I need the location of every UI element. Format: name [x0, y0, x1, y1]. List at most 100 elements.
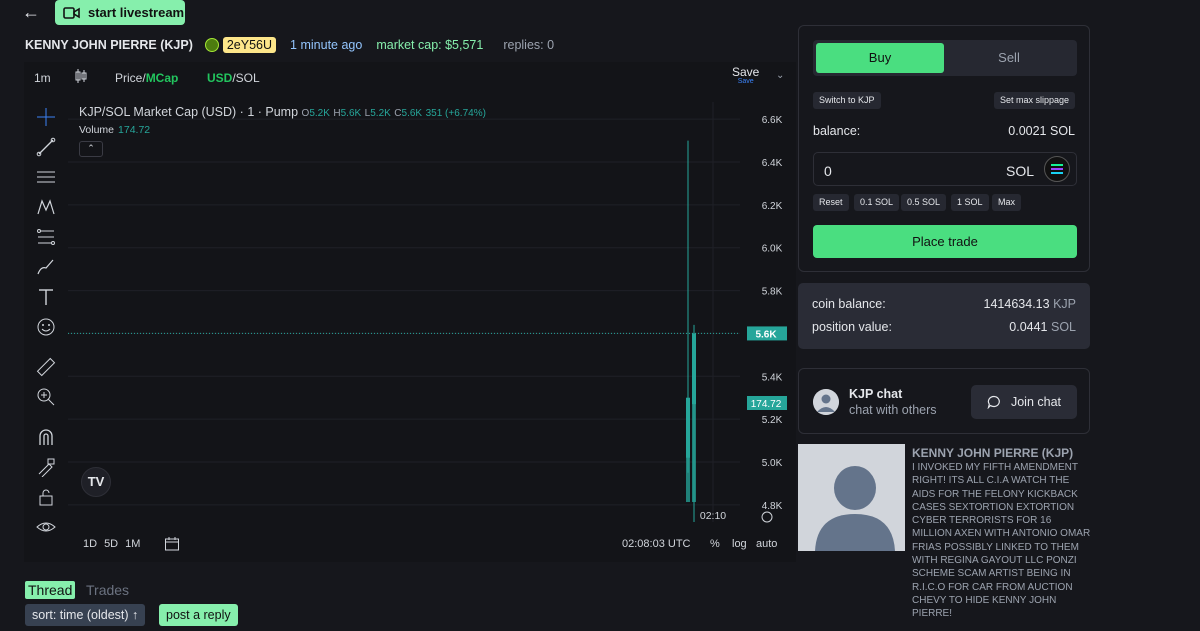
quick-max-button[interactable]: Max [992, 194, 1022, 211]
calendar-icon[interactable] [164, 536, 180, 552]
crosshair-icon[interactable] [36, 107, 56, 127]
creator-badge[interactable]: 2eY56U [222, 37, 277, 53]
range-1m[interactable]: 1M [125, 538, 140, 550]
price-chart[interactable]: 1m Price/MCap USD/SOL Save Save ⌄ KJP/SO… [24, 62, 796, 562]
amount-input[interactable]: 0 SOL [813, 152, 1077, 186]
drawing-toolbar [24, 102, 68, 562]
join-chat-button[interactable]: Join chat [971, 385, 1077, 419]
brush-icon[interactable] [36, 257, 56, 277]
utc-time[interactable]: 02:08:03 UTC [622, 538, 690, 550]
lock-drawing-icon[interactable] [36, 457, 56, 478]
start-livestream-button[interactable]: start livestream [55, 0, 185, 25]
balance-value: 0.0021 SOL [1008, 124, 1075, 138]
quick-1-sol-button[interactable]: 1 SOL [951, 194, 989, 211]
set-slippage-button[interactable]: Set max slippage [993, 92, 1075, 109]
holdings-card: coin balance: 1414634.13 KJP position va… [798, 283, 1090, 349]
settings-gear-icon[interactable] [761, 511, 773, 523]
save-label: Save [732, 65, 760, 79]
text-icon[interactable] [36, 287, 56, 307]
replies-count: replies: 0 [503, 38, 555, 52]
join-chat-label: Join chat [1010, 395, 1062, 409]
auto-toggle[interactable]: auto [756, 538, 777, 550]
usd-label: USD [207, 71, 233, 85]
y-tick-label: 6.2K [762, 201, 783, 212]
price-mcap-toggle[interactable]: Price/MCap [115, 71, 178, 85]
quick-reset-button[interactable]: Reset [813, 194, 849, 211]
buy-sell-toggle: Buy Sell [813, 40, 1077, 76]
creator-avatar[interactable] [204, 38, 219, 52]
chat-avatar [813, 389, 839, 415]
price-label: 5.6K [755, 329, 777, 340]
chevron-down-icon[interactable]: ⌄ [776, 70, 784, 81]
horizontal-lines-icon[interactable] [36, 167, 56, 187]
price-label: Price/ [115, 71, 146, 85]
amount-value: 0 [824, 163, 832, 179]
y-tick-label: 6.4K [762, 158, 783, 169]
percent-toggle[interactable]: % [710, 538, 720, 550]
log-toggle[interactable]: log [732, 538, 747, 550]
ruler-icon[interactable] [36, 357, 56, 377]
magnet-icon[interactable] [36, 427, 56, 447]
range-1d[interactable]: 1D [83, 538, 97, 550]
amount-currency: SOL [1005, 163, 1034, 179]
candle-body [686, 397, 690, 458]
quick-0-5-sol-button[interactable]: 0.5 SOL [901, 194, 947, 211]
chat-card: KJP chat chat with others Join chat [798, 368, 1090, 434]
y-tick-label: 5.8K [762, 287, 783, 298]
coin-balance-unit: KJP [1053, 297, 1076, 311]
fib-icon[interactable] [36, 227, 56, 247]
coin-balance-label: coin balance: [812, 297, 886, 311]
token-info-line: KENNY JOHN PIERRE (KJP) 2eY56U 1 minute … [25, 37, 554, 53]
range-selector: 1D 5D 1M [83, 538, 147, 550]
sort-button[interactable]: sort: time (oldest) ↑ [25, 604, 146, 626]
y-tick-label: 4.8K [762, 501, 783, 512]
save-button[interactable]: Save Save [732, 65, 760, 87]
back-arrow-icon[interactable]: ← [22, 2, 44, 22]
interval-selector[interactable]: 1m [34, 71, 51, 85]
tab-trades[interactable]: Trades [86, 582, 129, 598]
token-name: KENNY JOHN PIERRE (KJP) [25, 38, 193, 52]
token-description-title: KENNY JOHN PIERRE (KJP) [912, 446, 1074, 460]
tradingview-logo[interactable]: TV [81, 467, 111, 497]
sell-tab[interactable]: Sell [945, 43, 1073, 73]
post-reply-button[interactable]: post a reply [159, 604, 238, 626]
usd-sol-toggle[interactable]: USD/SOL [207, 71, 260, 85]
video-camera-icon [63, 6, 80, 19]
candlestick-icon[interactable] [74, 68, 88, 87]
x-tick-label: 02:10 [700, 510, 726, 522]
emoji-icon[interactable] [36, 317, 56, 337]
livestream-label: start livestream [88, 5, 185, 20]
y-tick-label: 5.2K [762, 415, 783, 426]
sol-label: /SOL [232, 71, 260, 85]
y-tick-label: 6.6K [762, 115, 783, 126]
coin-balance-value: 1414634.13 [983, 297, 1050, 311]
y-tick-label: 5.0K [762, 458, 783, 469]
tab-thread[interactable]: Thread [25, 581, 76, 599]
candle-body [692, 333, 696, 405]
y-tick-label: 5.4K [762, 372, 783, 383]
quick-0-1-sol-button[interactable]: 0.1 SOL [854, 194, 900, 211]
volume-price-label: 174.72 [751, 399, 782, 410]
chart-plot[interactable]: 6.6K 6.4K 6.2K 6.0K 5.8K 5.6K 5.4K 5.2K 5.0K 4.8K… [68, 102, 788, 532]
range-5d[interactable]: 5D [104, 538, 118, 550]
place-trade-button[interactable]: Place trade [813, 225, 1077, 258]
mcap-label: MCap [145, 71, 179, 85]
pattern-icon[interactable] [36, 197, 56, 217]
buy-tab[interactable]: Buy [816, 43, 944, 73]
token-description: I INVOKED MY FIFTH AMENDMENT RIGHT! ITS … [912, 462, 1091, 620]
zoom-in-icon[interactable] [36, 387, 56, 407]
chat-subtitle: chat with others [849, 403, 937, 417]
position-value-value: 0.0441 [1009, 320, 1048, 334]
switch-token-button[interactable]: Switch to KJP [813, 92, 881, 109]
position-value-row: position value: 0.0441 SOL [812, 320, 1076, 334]
trade-panel: Buy Sell Switch to KJP Set max slippage … [798, 25, 1090, 272]
eye-icon[interactable] [36, 517, 56, 537]
trend-line-icon[interactable] [36, 137, 56, 157]
position-value-unit: SOL [1050, 320, 1076, 334]
solana-logo-icon [1044, 156, 1070, 182]
y-tick-label: 6.0K [762, 244, 783, 255]
position-value-label: position value: [812, 320, 892, 334]
time-ago: 1 minute ago [290, 38, 363, 52]
balance-label: balance: [813, 124, 861, 138]
lock-icon[interactable] [36, 487, 56, 507]
